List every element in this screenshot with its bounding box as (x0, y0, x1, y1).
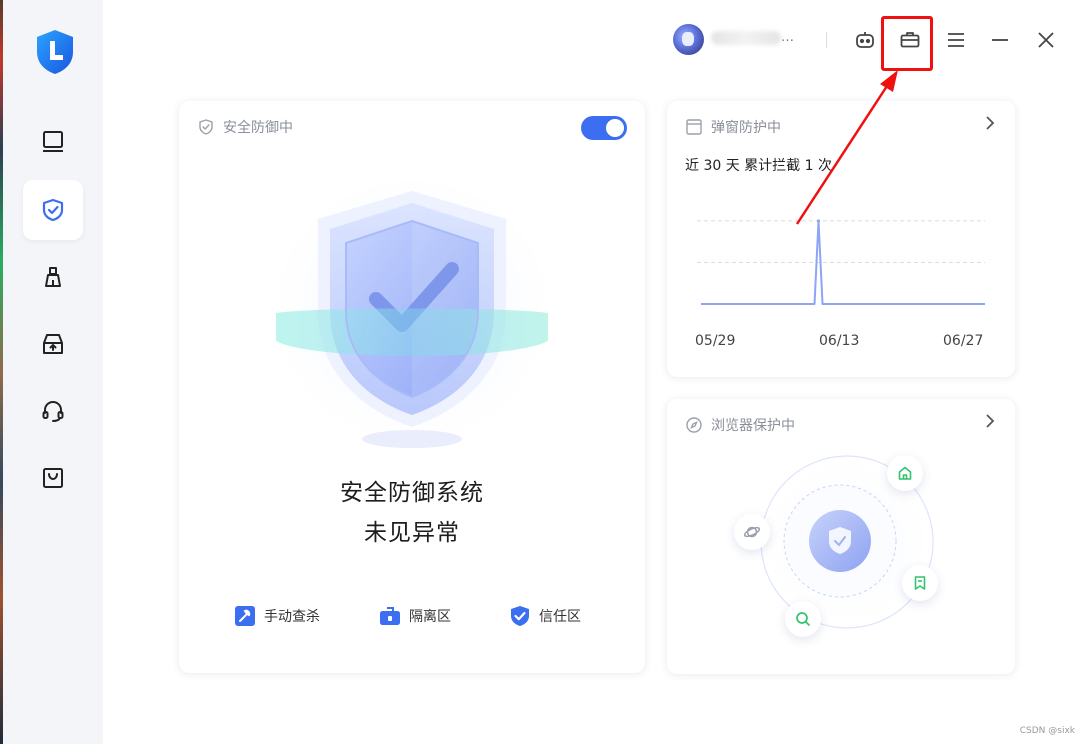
sidebar-item-upload[interactable] (23, 314, 83, 374)
wrench-box-icon (235, 606, 255, 626)
x-tick-label: 06/27 (943, 333, 984, 349)
manual-scan-button[interactable]: 手动查杀 (234, 605, 320, 627)
title-bar: … (103, 0, 1089, 80)
bookmark-protection-icon (902, 565, 938, 601)
browser-card-chevron[interactable] (983, 413, 997, 433)
trust-zone-button[interactable]: 信任区 (509, 605, 581, 627)
app-logo (33, 28, 77, 76)
protection-status-title: 安全防御系统 (340, 480, 484, 506)
robot-assistant-button[interactable] (848, 22, 882, 58)
close-icon (1038, 32, 1054, 48)
sidebar-item-support[interactable] (23, 381, 83, 441)
quarantine-box-icon (380, 607, 400, 625)
watermark-text: CSDN @sixk (1019, 726, 1075, 736)
sidebar-item-protection[interactable] (23, 180, 83, 240)
headset-icon (42, 400, 64, 422)
quarantine-label: 隔离区 (409, 609, 451, 625)
home-icon (898, 466, 912, 480)
search-icon (796, 612, 810, 626)
robot-icon (856, 32, 874, 48)
trust-zone-label: 信任区 (539, 609, 581, 625)
manual-scan-label: 手动查杀 (264, 609, 320, 625)
username[interactable]: … (711, 30, 794, 45)
toolbox-button[interactable] (893, 22, 927, 58)
browser-protection-orbit (752, 447, 942, 637)
sidebar-item-cleanup[interactable] (23, 247, 83, 307)
protection-toggle[interactable] (581, 116, 627, 140)
protection-status-subtitle: 未见异常 (364, 520, 460, 546)
protection-card-title: 安全防御中 (223, 120, 293, 136)
chart-point (816, 219, 821, 223)
title-bar-divider (826, 32, 827, 48)
shield-illustration (272, 171, 552, 471)
monitor-icon (43, 131, 63, 152)
avatar[interactable] (673, 24, 704, 55)
minimize-button[interactable] (983, 22, 1017, 58)
x-tick-label: 06/13 (819, 333, 860, 349)
compass-icon (686, 417, 702, 433)
planet-protection-icon (734, 514, 770, 550)
x-tick-label: 05/29 (695, 333, 736, 349)
sidebar-item-home[interactable] (23, 112, 83, 172)
username-redacted (711, 30, 781, 45)
close-button[interactable] (1029, 22, 1063, 58)
quarantine-button[interactable]: 隔离区 (379, 605, 451, 627)
broom-icon (45, 267, 61, 287)
shopping-bag-icon (43, 468, 63, 488)
browser-card-header: 浏览器保护中 (685, 415, 795, 435)
home-protection-icon (887, 455, 923, 491)
shield-check-icon (42, 198, 64, 222)
briefcase-icon (900, 32, 920, 48)
menu-button[interactable] (939, 22, 973, 58)
protection-card-header: 安全防御中 (197, 117, 293, 137)
trust-shield-icon (511, 606, 529, 626)
sidebar-item-store[interactable] (23, 448, 83, 508)
planet-icon (743, 526, 761, 538)
shield-check-outline-icon (199, 119, 213, 135)
bookmark-icon (914, 576, 926, 590)
chevron-right-icon (986, 414, 995, 428)
browser-card-title: 浏览器保护中 (711, 418, 795, 434)
hamburger-menu-icon (948, 33, 964, 47)
minimize-icon (992, 39, 1008, 41)
browser-protection-card[interactable]: 浏览器保护中 (667, 399, 1015, 674)
upload-box-icon (43, 334, 63, 354)
username-ellipsis: … (781, 30, 794, 45)
popup-protection-card[interactable]: 弹窗防护中 近 30 天 累计拦截 1 次 05/29 06/13 06/27 (667, 101, 1015, 377)
protection-card: 安全防御中 安全防御系统 未见异常 手动查杀 隔离区 信任区 (179, 101, 645, 673)
sidebar (3, 0, 103, 744)
search-protection-icon (785, 601, 821, 637)
